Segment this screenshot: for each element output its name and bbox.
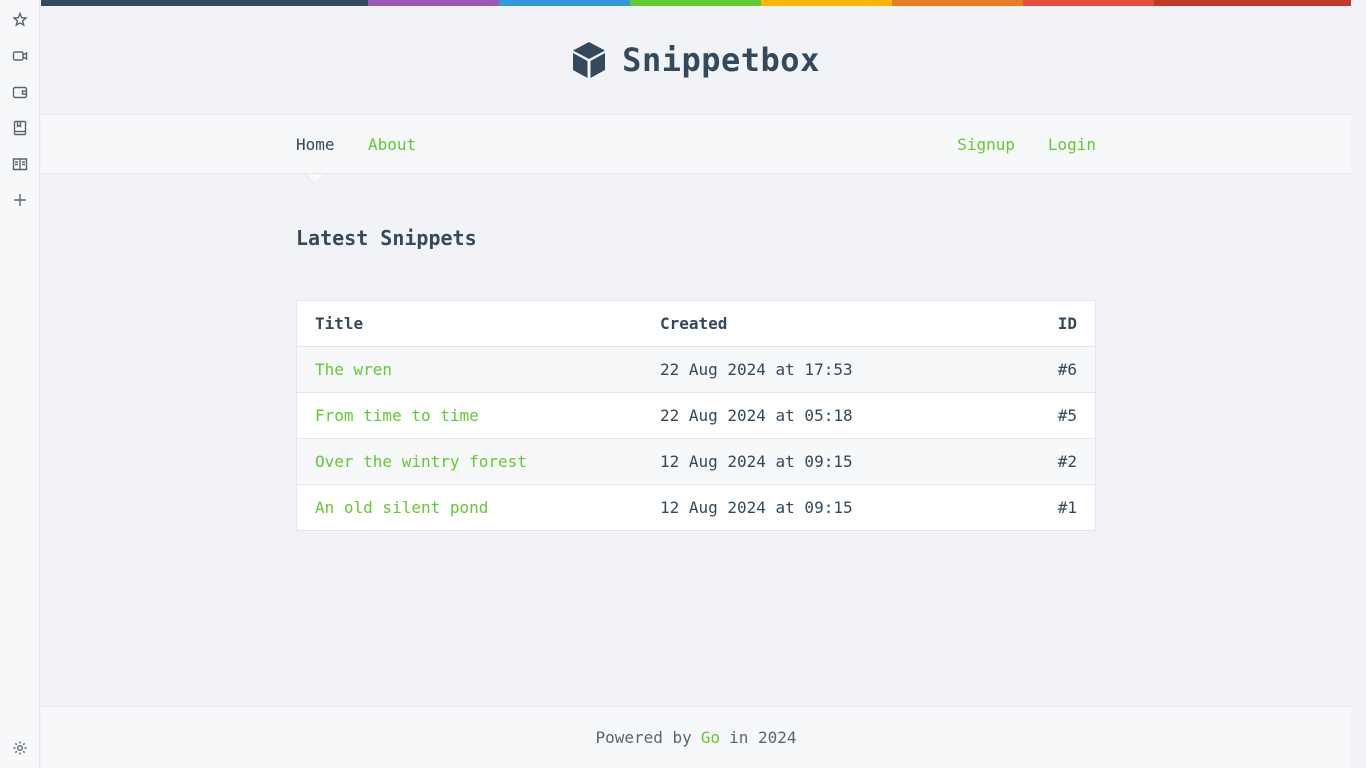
site-header: Snippetbox [41,6,1351,114]
snippet-created: 12 Aug 2024 at 09:15 [641,438,1018,485]
table-row: An old silent pond 12 Aug 2024 at 09:15 … [296,484,1096,531]
snippets-table: Title Created ID The wren 22 Aug 2024 at… [296,300,1096,531]
table-header-row: Title Created ID [296,300,1096,347]
table-row: Over the wintry forest 12 Aug 2024 at 09… [296,438,1096,485]
snippet-created: 22 Aug 2024 at 05:18 [641,392,1018,439]
snippet-title-link[interactable]: The wren [315,360,392,379]
top-nav: Home About Signup Login [41,114,1351,174]
snippet-id: #5 [1017,392,1096,439]
gear-icon[interactable] [10,738,30,758]
video-icon[interactable] [10,46,30,66]
snippet-id: #6 [1017,346,1096,393]
snippet-created: 22 Aug 2024 at 17:53 [641,346,1018,393]
wallet-icon[interactable] [10,82,30,102]
plus-icon[interactable] [10,190,30,210]
snippet-id: #1 [1057,498,1077,517]
page-title: Latest Snippets [296,226,477,250]
table-row: From time to time 22 Aug 2024 at 05:18 #… [296,392,1096,439]
column-header-title: Title [296,300,642,347]
footer-go-link[interactable]: Go [701,728,720,747]
snippet-created: 12 Aug 2024 at 09:15 [659,498,853,517]
window-edge [1351,0,1366,768]
book-icon[interactable] [10,154,30,174]
nav-signup-link[interactable]: Signup [957,135,1015,154]
nav-home-link[interactable]: Home [296,135,335,154]
active-nav-indicator [305,174,325,184]
main-area: Snippetbox Home About Signup Login Lates… [41,0,1351,768]
nav-login-link[interactable]: Login [1048,135,1096,154]
table-row: The wren 22 Aug 2024 at 17:53 #6 [296,346,1096,393]
sparkle-icon[interactable] [10,10,30,30]
snippet-id: #2 [1017,438,1096,485]
column-header-id: ID [1017,300,1096,347]
site-footer: Powered by Go in 2024 [41,706,1351,768]
snippet-title-link[interactable]: An old silent pond [315,498,488,517]
bookmark-icon[interactable] [10,118,30,138]
snippet-title-link[interactable]: Over the wintry forest [315,452,527,471]
cube-icon [573,42,606,78]
footer-prefix: Powered by [595,728,692,747]
app-sidebar [0,0,40,768]
column-header-created: Created [641,300,1018,347]
footer-suffix: in 2024 [729,728,797,747]
site-title[interactable]: Snippetbox [622,41,820,79]
nav-about-link[interactable]: About [368,135,416,154]
snippet-title-link[interactable]: From time to time [315,406,479,425]
